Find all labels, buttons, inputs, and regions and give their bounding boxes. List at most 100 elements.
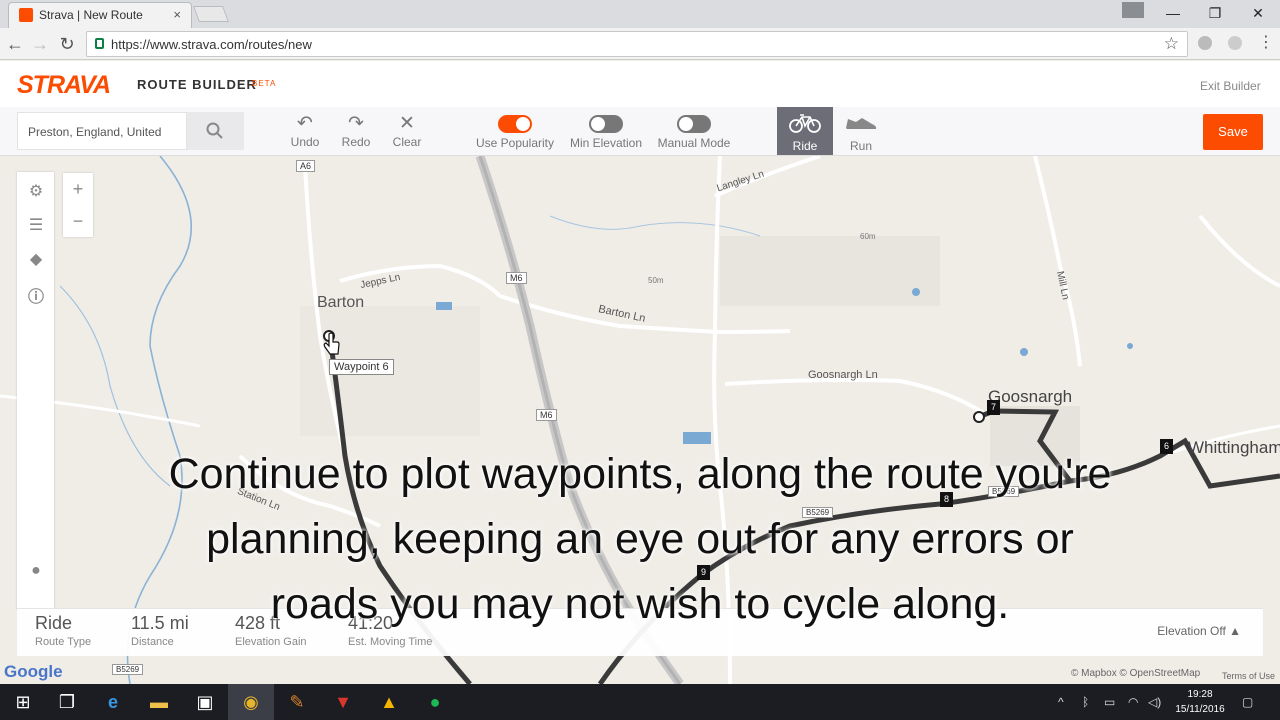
strava-logo[interactable]: STRAVA: [17, 71, 111, 100]
road-label-m6-north: M6: [506, 272, 527, 284]
save-button[interactable]: Save: [1203, 114, 1263, 150]
map-side-rail: ⚙ ☰ ◆ ⓘ ●: [17, 172, 54, 610]
chrome-icon[interactable]: ◉: [228, 684, 274, 720]
zoom-controls: + −: [63, 173, 93, 237]
battery-icon[interactable]: ▭: [1104, 684, 1115, 720]
use-popularity-label: Use Popularity: [475, 136, 555, 150]
windows-taskbar: ⊞ ❐ e ▬ ▣ ◉ ✎ ▼ ▲ ● ^ ᛒ ▭ ◠ ◁) 19:28 15/…: [0, 684, 1280, 720]
run-mode-button[interactable]: Run: [838, 107, 884, 155]
location-pin-icon[interactable]: ◆: [26, 249, 46, 269]
task-view-icon[interactable]: ❐: [44, 684, 90, 720]
store-icon[interactable]: ▣: [182, 684, 228, 720]
terms-link[interactable]: Terms of Use: [1222, 671, 1275, 681]
min-elevation-toggle[interactable]: Min Elevation: [566, 113, 646, 150]
stat-route-type-value: Ride: [35, 613, 73, 633]
place-label-barton: Barton: [317, 294, 365, 311]
forward-arrow-icon[interactable]: →: [28, 32, 52, 56]
stat-route-type: Ride Route Type: [35, 613, 91, 648]
google-logo: Google: [4, 662, 63, 681]
redo-icon: ↷: [348, 113, 364, 134]
manual-mode-label: Manual Mode: [657, 136, 731, 150]
search-icon: [206, 122, 223, 139]
volume-icon[interactable]: ◁): [1148, 684, 1161, 720]
url-field[interactable]: https://www.strava.com/routes/new ☆: [86, 31, 1188, 57]
bookmark-star-icon[interactable]: ☆: [1164, 34, 1179, 54]
map-attribution[interactable]: © Mapbox © OpenStreetMap: [1071, 668, 1200, 679]
ride-label: Ride: [792, 139, 818, 153]
use-popularity-switch[interactable]: [498, 115, 532, 133]
spotify-icon[interactable]: ●: [412, 684, 458, 720]
tab-close-icon[interactable]: ×: [173, 7, 181, 22]
minimize-button[interactable]: —: [1153, 2, 1193, 24]
undo-button[interactable]: ↶ Undo: [288, 113, 322, 149]
google-drive-icon[interactable]: ▲: [366, 684, 412, 720]
zoom-in-button[interactable]: +: [63, 173, 93, 205]
stat-moving-time-label: Est. Moving Time: [348, 636, 433, 648]
road-label-m6-south: M6: [536, 409, 557, 421]
tutorial-caption: Continue to plot waypoints, along the ro…: [168, 450, 1112, 628]
close-window-button[interactable]: ✕: [1238, 2, 1278, 24]
bluetooth-icon[interactable]: ᛒ: [1082, 684, 1089, 720]
stat-distance-label: Distance: [131, 636, 174, 648]
hand-cursor-icon: [323, 332, 340, 355]
user-profile-icon[interactable]: [1122, 2, 1144, 18]
manual-mode-toggle[interactable]: Manual Mode: [656, 113, 732, 150]
shoe-icon: [846, 118, 877, 129]
secure-lock-icon: [95, 38, 104, 49]
run-label: Run: [849, 139, 872, 153]
contour-label-50m: 50m: [648, 276, 664, 285]
clear-label: Clear: [392, 135, 422, 149]
app-icon[interactable]: ✎: [274, 684, 320, 720]
location-search-input[interactable]: Preston, England, United: [17, 112, 187, 150]
zoom-out-button[interactable]: −: [63, 205, 93, 237]
tray-chevron-icon[interactable]: ^: [1058, 684, 1064, 720]
route-marker-6[interactable]: 6: [1160, 439, 1173, 454]
file-explorer-icon[interactable]: ▬: [136, 684, 182, 720]
search-value: Preston, England, United: [28, 125, 162, 139]
road-label-goosnargh-ln: Goosnargh Ln: [808, 369, 878, 381]
min-elevation-switch[interactable]: [589, 115, 623, 133]
clear-button[interactable]: ✕ Clear: [388, 113, 426, 149]
stat-elevation-gain-label: Elevation Gain: [235, 636, 307, 648]
settings-gear-icon[interactable]: ⚙: [26, 181, 46, 201]
browser-addressbar: ← → ↻ https://www.strava.com/routes/new …: [0, 28, 1280, 60]
map-marker-icon[interactable]: ●: [26, 562, 46, 582]
undo-label: Undo: [290, 135, 320, 149]
redo-button[interactable]: ↷ Redo: [338, 113, 374, 149]
road-label-b5269-west: B5269: [112, 664, 144, 675]
extension-2-icon[interactable]: [1228, 36, 1242, 50]
url-text: https://www.strava.com/routes/new: [111, 37, 312, 52]
system-clock[interactable]: 19:28 15/11/2016: [1170, 687, 1230, 717]
place-label-goosnargh: Goosnargh: [988, 387, 1073, 406]
ride-mode-button[interactable]: Ride: [777, 107, 833, 155]
waypoint-tooltip: Waypoint 6: [329, 359, 394, 375]
manual-mode-switch[interactable]: [677, 115, 711, 133]
road-label-a6: A6: [296, 160, 316, 172]
browser-tab[interactable]: Strava | New Route ×: [8, 2, 192, 28]
browser-menu-icon[interactable]: ⋮: [1258, 32, 1274, 52]
use-popularity-toggle[interactable]: Use Popularity: [474, 113, 556, 150]
extension-icon[interactable]: [1198, 36, 1212, 50]
notifications-icon[interactable]: ▢: [1242, 684, 1253, 720]
redo-label: Redo: [341, 135, 371, 149]
route-marker-7[interactable]: 7: [987, 400, 1000, 415]
clock-date: 15/11/2016: [1175, 704, 1225, 715]
route-builder-title: ROUTE BUILDER: [137, 77, 257, 92]
clear-icon: ✕: [399, 113, 415, 134]
undo-icon: ↶: [297, 113, 313, 134]
maximize-button[interactable]: ❐: [1195, 2, 1235, 24]
info-icon[interactable]: ⓘ: [26, 283, 46, 306]
place-label-whittingham: Whittingham: [1188, 438, 1280, 457]
back-arrow-icon[interactable]: ←: [3, 32, 27, 56]
route-list-icon[interactable]: ☰: [26, 215, 46, 235]
video-editor-icon[interactable]: ▼: [320, 684, 366, 720]
elevation-toggle[interactable]: Elevation Off ▲: [1157, 624, 1241, 638]
wifi-icon[interactable]: ◠: [1128, 684, 1138, 720]
reload-icon[interactable]: ↻: [55, 32, 79, 56]
new-tab-button[interactable]: [193, 6, 229, 22]
exit-builder-link[interactable]: Exit Builder: [1200, 79, 1261, 93]
search-button[interactable]: [187, 112, 244, 150]
windows-start-icon[interactable]: ⊞: [0, 684, 46, 720]
edge-icon[interactable]: e: [90, 684, 136, 720]
min-elevation-label: Min Elevation: [569, 136, 643, 150]
